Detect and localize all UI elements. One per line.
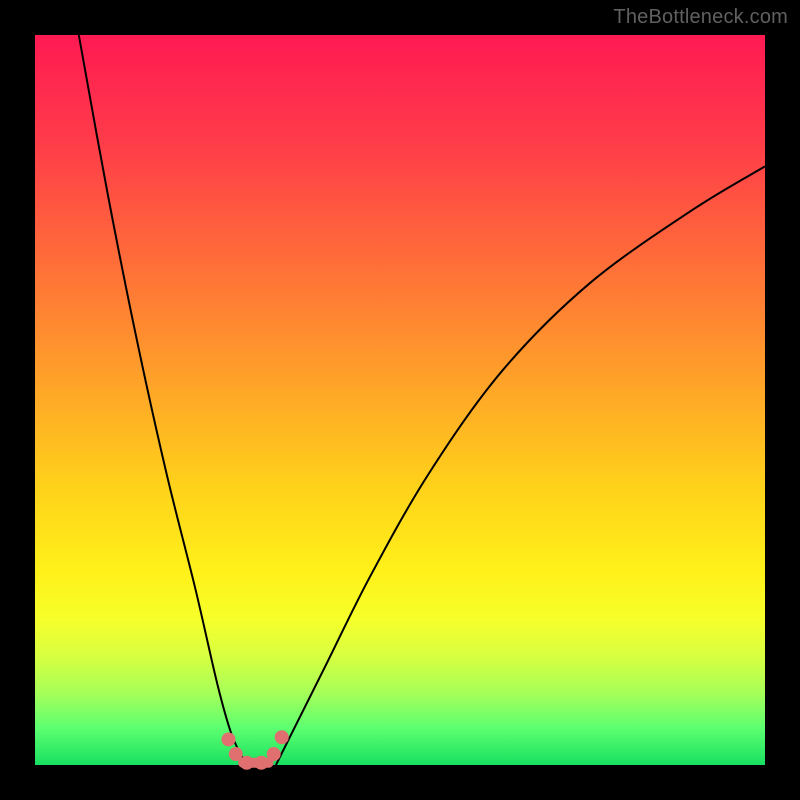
- bottom-marker-cluster: [221, 730, 288, 770]
- marker-dot: [229, 747, 243, 761]
- curve-left-branch: [79, 35, 247, 765]
- curve-right-branch: [276, 166, 765, 765]
- marker-dot: [275, 730, 289, 744]
- watermark-text: TheBottleneck.com: [613, 6, 788, 29]
- plot-area: [35, 35, 765, 765]
- outer-frame: TheBottleneck.com: [0, 0, 800, 800]
- marker-dot: [240, 756, 254, 770]
- marker-dot: [221, 732, 235, 746]
- marker-dot: [267, 747, 281, 761]
- chart-svg: [35, 35, 765, 765]
- marker-dot: [254, 756, 268, 770]
